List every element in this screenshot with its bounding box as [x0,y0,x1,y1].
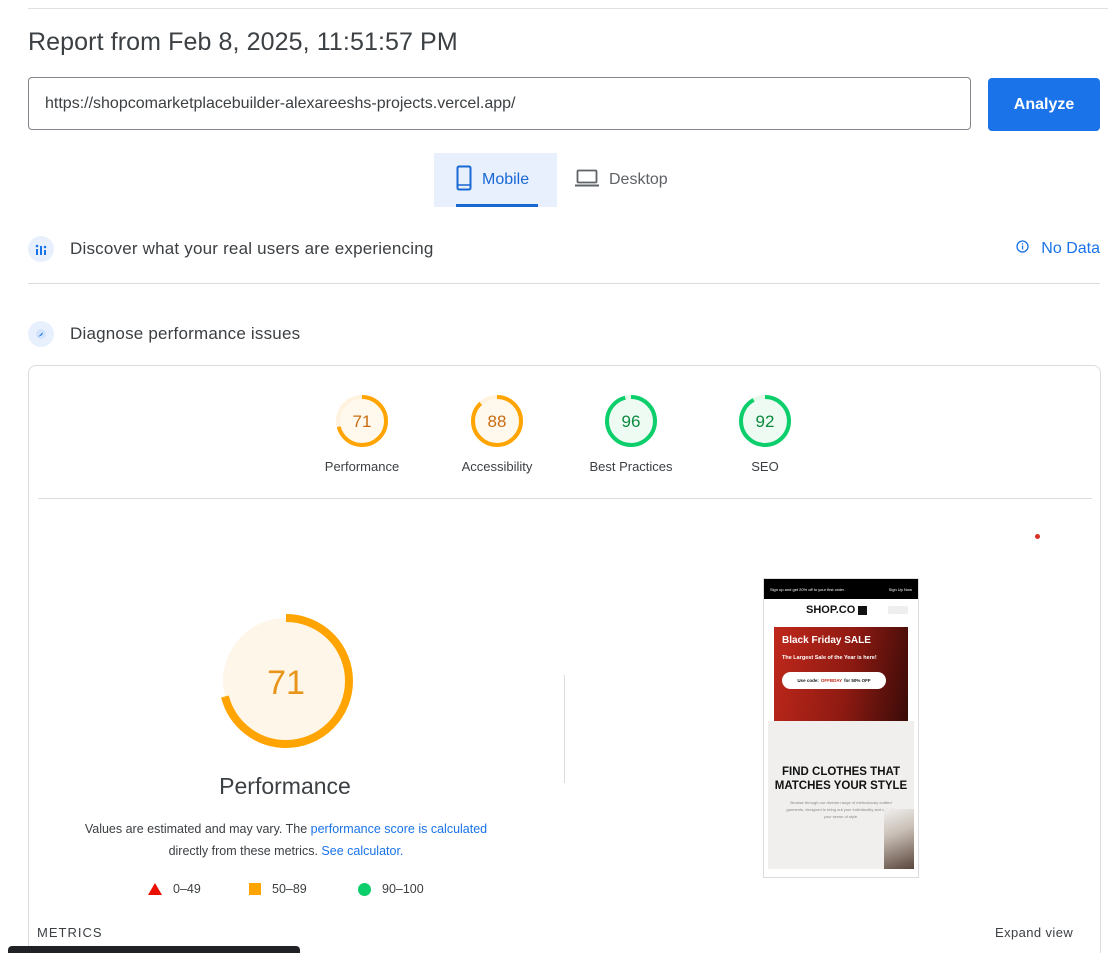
performance-title: Performance [219,773,351,799]
performance-description: Values are estimated and may vary. The p… [58,818,514,862]
score-gauge-performance[interactable]: 71 Performance [302,393,422,474]
score-calculated-link[interactable]: performance score is calculated [311,822,487,836]
expand-view-button[interactable]: Expand view [995,925,1073,940]
url-input[interactable] [28,77,971,130]
legend-average-label: 50–89 [272,882,307,896]
tab-desktop[interactable]: Desktop [575,153,695,207]
gauge-ring: 92 [739,395,791,447]
hero-title: FIND CLOTHES THAT MATCHES YOUR STYLE [774,766,908,792]
laptop-icon [575,169,599,192]
analyze-button[interactable]: Analyze [988,78,1100,131]
no-data-label: No Data [1041,240,1100,257]
field-data-section: Discover what your real users are experi… [28,234,1108,264]
status-dot [1035,534,1040,539]
screenshot-hero: FIND CLOTHES THAT MATCHES YOUR STYLE Bro… [768,721,914,869]
gauge-ring: 96 [605,395,657,447]
cart-icon [858,605,868,615]
performance-score-value: 71 [267,664,305,702]
banner-title: Black Friday SALE [782,635,871,646]
hero-body: Browse through our diverse range of meti… [786,800,896,819]
pill-prefix: Use code: [797,678,819,683]
info-icon [1016,240,1029,258]
performance-gauge-large: 71 [215,610,357,757]
diagnose-icon [28,321,54,347]
vertical-divider [564,675,565,783]
users-chart-icon [28,236,54,262]
pill-code: OFFBDAY [820,678,843,683]
score-gauge-accessibility[interactable]: 88 Accessibility [437,393,557,474]
svg-text:71: 71 [353,412,372,431]
desc-text: Values are estimated and may vary. The [84,822,311,836]
screenshot-topbar-text: Sign up and get 20% off to your first or… [770,586,845,592]
score-label: Accessibility [461,459,533,474]
square-average-icon [249,883,261,895]
hero-image [884,809,914,869]
gauge-ring: 88 [471,395,523,447]
section-divider [28,283,1100,284]
report-title: Report from Feb 8, 2025, 11:51:57 PM [28,28,458,56]
search-icon [888,606,909,614]
svg-text:96: 96 [622,412,641,431]
circle-pass-icon [358,882,371,896]
tab-active-indicator [456,204,538,207]
score-label: SEO [751,459,779,474]
top-rule [28,8,1108,9]
tab-mobile[interactable]: Mobile [434,153,557,207]
score-label: Best Practices [589,459,673,474]
svg-text:92: 92 [756,412,775,431]
legend-fail-label: 0–49 [173,882,201,896]
svg-text:88: 88 [488,412,507,431]
score-gauge-best-practices[interactable]: 96 Best Practices [571,393,691,474]
no-data-link[interactable]: No Data [1016,234,1100,264]
legend-average: 50–89 [249,882,307,896]
banner-subtitle: The Largest Sale of the Year is here! [782,655,877,661]
banner-code-pill: Use code: OFFBDAY for 50% OFF [782,672,886,689]
report-card [28,365,1101,953]
screenshot-brand: SHOP.CO [806,604,856,616]
card-divider [38,498,1092,499]
triangle-fail-icon [148,883,162,895]
gauge-ring: 71 [336,395,388,447]
screenshot-topbar-link: Sign Up Now [888,586,912,592]
lab-data-section: Diagnose performance issues [28,319,1108,349]
bottom-scrollbar[interactable] [8,946,300,953]
screenshot-topbar: Sign up and get 20% off to your first or… [764,579,918,599]
legend-pass: 90–100 [358,882,424,896]
page-screenshot-thumbnail[interactable]: Sign up and get 20% off to your first or… [763,578,919,878]
see-calculator-link[interactable]: See calculator. [321,844,403,858]
mobile-phone-icon [456,165,472,196]
tab-desktop-label: Desktop [609,171,668,188]
metrics-heading: METRICS [37,925,103,940]
screenshot-banner: Black Friday SALE The Largest Sale of th… [774,627,908,721]
legend-pass-label: 90–100 [382,882,424,896]
tab-mobile-label: Mobile [482,171,530,188]
score-gauge-seo[interactable]: 92 SEO [705,393,825,474]
screenshot-header: SHOP.CO [764,599,918,621]
desc-text: directly from these metrics. [168,844,322,858]
legend-fail: 0–49 [148,882,201,896]
lab-data-label: Diagnose performance issues [70,324,301,343]
pill-suffix: for 50% OFF [844,678,871,683]
score-label: Performance [324,459,400,474]
field-data-label: Discover what your real users are experi… [70,239,434,258]
